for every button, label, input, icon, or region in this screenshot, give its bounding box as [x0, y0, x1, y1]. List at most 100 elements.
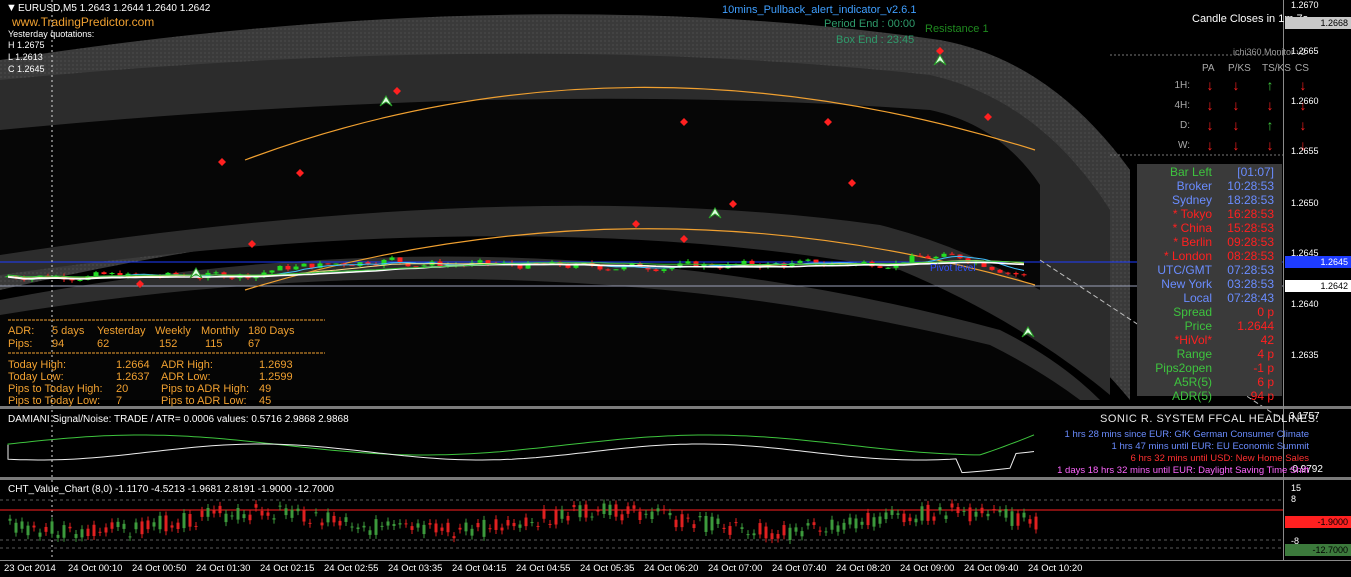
cht-bar: [8, 518, 12, 521]
cht-bar: [908, 517, 912, 522]
cht-bar: [404, 523, 408, 525]
bear-candle: [397, 257, 403, 263]
cht-bar: [386, 521, 390, 526]
cht-bar: [902, 513, 906, 523]
cht-bar: [1004, 509, 1008, 518]
bear-candle: [229, 277, 235, 279]
price-axis-label: 1.2665: [1291, 46, 1319, 56]
bear-candle: [925, 256, 931, 259]
price-axis-label: 1.2635: [1291, 350, 1319, 360]
down-arrow-icon: ↓: [1206, 97, 1214, 113]
cht-bar: [410, 526, 414, 530]
info-value: 42: [1260, 333, 1274, 347]
resistance-label: Resistance 1: [925, 23, 989, 35]
cht-bar: [26, 525, 30, 536]
bull-candle: [293, 266, 299, 270]
adr-header: Monthly: [201, 325, 240, 337]
cht-bar: [260, 510, 264, 516]
cht-bar: [422, 524, 426, 535]
cht-bar: [458, 527, 462, 530]
cht-bar: [446, 522, 450, 533]
cht-bar: [374, 519, 378, 535]
info-label: Price: [1184, 319, 1212, 333]
cht-bar: [524, 517, 528, 527]
cht-bar: [740, 527, 744, 529]
cht-bar: [680, 514, 684, 528]
bull-candle: [93, 272, 99, 277]
cht-bar: [464, 522, 468, 532]
cht-bar: [200, 510, 204, 517]
cht-bar: [98, 531, 102, 533]
cht-bar: [752, 533, 756, 536]
info-value: 15:28:53: [1227, 221, 1274, 235]
cht-bar: [932, 516, 936, 521]
cht-bar: [896, 513, 900, 515]
up-arrow-icon: ↑: [1266, 117, 1274, 133]
bull-candle: [477, 260, 483, 263]
cht-bar: [140, 521, 144, 535]
bull-candle: [269, 270, 275, 273]
cht-bar: [308, 522, 312, 524]
bull-candle: [805, 259, 811, 261]
cht-bar: [572, 505, 576, 508]
close-icon[interactable]: ▼: [6, 2, 17, 14]
cht-bar: [236, 507, 240, 520]
adr-header: Weekly: [155, 325, 191, 337]
cht-bar: [392, 524, 396, 526]
bull-candle: [77, 279, 83, 281]
cht-bar: [128, 536, 132, 538]
cht-bar: [794, 527, 798, 532]
cht-bar: [716, 518, 720, 525]
bear-candle: [325, 263, 331, 265]
cht-bar: [986, 513, 990, 517]
time-axis-label: 24 Oct 08:20: [836, 563, 891, 574]
indicator-title: 10mins_Pullback_alert_indicator_v2.6.1: [722, 4, 917, 16]
cht-bar: [356, 527, 360, 530]
bear-candle: [101, 272, 107, 275]
cht-bar: [806, 523, 810, 526]
bull-candle: [661, 269, 667, 272]
price-axis-border: [1283, 0, 1284, 560]
info-label: * Tokyo: [1172, 207, 1212, 221]
down-arrow-icon: ↓: [1232, 97, 1240, 113]
bull-candle: [933, 256, 939, 259]
cht-bar: [938, 507, 942, 511]
cht-bar: [80, 529, 84, 538]
time-axis-border: [0, 560, 1351, 561]
info-value: 1.2644: [1237, 319, 1274, 333]
cht-bar: [470, 528, 474, 536]
time-axis-label: 24 Oct 04:15: [452, 563, 507, 574]
time-axis-label: 24 Oct 06:20: [644, 563, 699, 574]
cht-bar: [770, 533, 774, 540]
cht-bar: [518, 524, 522, 528]
info-label: Sydney: [1171, 193, 1212, 207]
time-axis-label: 24 Oct 00:10: [68, 563, 123, 574]
time-axis-label: 24 Oct 09:40: [964, 563, 1019, 574]
cht-bar: [1028, 519, 1032, 524]
cht-bar: [176, 522, 180, 529]
time-axis-label: 24 Oct 07:00: [708, 563, 763, 574]
cht-bar: [596, 510, 600, 512]
panel-separator[interactable]: [0, 477, 1351, 480]
cht-bar: [266, 512, 270, 516]
cht-bar: [218, 505, 222, 514]
price-axis-label: 1.2655: [1291, 146, 1319, 156]
adr-stat-value: 1.2637: [116, 371, 150, 383]
adr-pips: 152: [159, 338, 178, 350]
cht-bar: [788, 527, 792, 540]
bull-candle: [301, 263, 307, 267]
adr-stat-label: Pips to Today Low:: [8, 395, 101, 407]
down-arrow-icon: ↓: [1206, 77, 1214, 93]
cht-bar: [380, 525, 384, 527]
time-axis-label: 24 Oct 10:20: [1028, 563, 1083, 574]
cht-bar: [854, 518, 858, 529]
adr-stat-label: Today Low:: [8, 371, 64, 383]
cht-bar: [722, 527, 726, 529]
cht-bar: [1010, 511, 1014, 526]
bear-candle: [1005, 272, 1011, 274]
cht-bar: [866, 512, 870, 526]
bull-candle: [613, 269, 619, 271]
ichi-row-label: 1H:: [1174, 80, 1190, 91]
time-axis-label: 24 Oct 09:00: [900, 563, 955, 574]
cht-bar: [284, 508, 288, 516]
